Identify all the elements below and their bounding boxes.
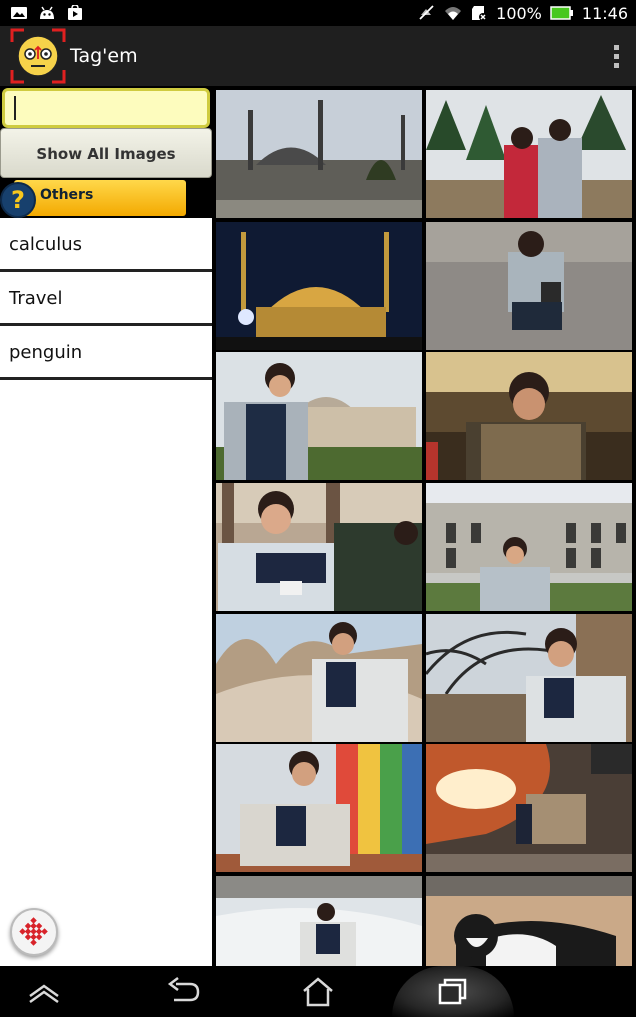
clock: 11:46 — [581, 3, 628, 23]
photo-mosque-day[interactable] — [216, 90, 422, 218]
others-label: Others — [40, 187, 94, 203]
grid-dots-icon[interactable] — [10, 908, 58, 956]
photo-couple-trees[interactable] — [426, 90, 632, 218]
tag-sidebar: Show All Images Others ? calculus Travel… — [0, 86, 212, 966]
sd-card-icon — [472, 6, 488, 21]
photo-man-courtyard[interactable] — [426, 483, 632, 611]
photo-mosque-night[interactable] — [216, 222, 422, 350]
play-store-icon — [68, 5, 82, 20]
back-icon[interactable] — [164, 974, 204, 1010]
tag-label: penguin — [9, 342, 83, 363]
tag-item-travel[interactable]: Travel — [0, 274, 212, 326]
others-tag-button[interactable]: Others — [14, 180, 186, 216]
photo-man-tree[interactable] — [426, 614, 632, 742]
tagem-face-logo[interactable] — [10, 28, 66, 84]
tag-label: calculus — [9, 234, 83, 255]
overflow-menu-icon[interactable] — [596, 31, 636, 81]
app-title: Tag'em — [70, 45, 138, 67]
photo-balloon-burner[interactable] — [426, 744, 632, 872]
show-all-images-button[interactable]: Show All Images — [0, 128, 212, 178]
wifi-icon — [445, 7, 462, 20]
battery-icon — [550, 6, 573, 20]
photo-man-eating[interactable] — [426, 352, 632, 480]
status-bar: 100% 11:46 — [0, 0, 636, 26]
tag-item-calculus[interactable]: calculus — [0, 220, 212, 272]
photo-man-mosque[interactable] — [216, 352, 422, 480]
muted-icon — [419, 5, 434, 20]
text-caret — [14, 96, 16, 120]
sidebar-header: Show All Images Others ? — [0, 86, 212, 218]
nav-up-icon[interactable] — [24, 974, 64, 1010]
system-nav-bar — [0, 966, 636, 1017]
photo-man-balloon[interactable] — [216, 744, 422, 872]
tag-label: Travel — [9, 288, 63, 309]
photo-man-camera[interactable] — [216, 483, 422, 611]
question-mark-icon: ? — [0, 182, 36, 218]
home-icon[interactable] — [298, 974, 338, 1010]
photo-man-cappadocia[interactable] — [216, 614, 422, 742]
action-bar: Tag'em — [0, 26, 636, 86]
photo-grid — [212, 86, 636, 1004]
others-row[interactable]: Others ? — [0, 180, 212, 218]
battery-percent: 100% — [496, 3, 542, 23]
tag-item-penguin[interactable]: penguin — [0, 328, 212, 380]
tag-search-input[interactable] — [2, 88, 210, 128]
gallery-icon — [11, 7, 27, 19]
android-icon — [40, 6, 54, 19]
screen: 100% 11:46 Tag'em Show All Images Others… — [0, 0, 636, 1017]
photo-crouching-stones[interactable] — [426, 222, 632, 350]
recents-icon[interactable] — [433, 974, 473, 1010]
